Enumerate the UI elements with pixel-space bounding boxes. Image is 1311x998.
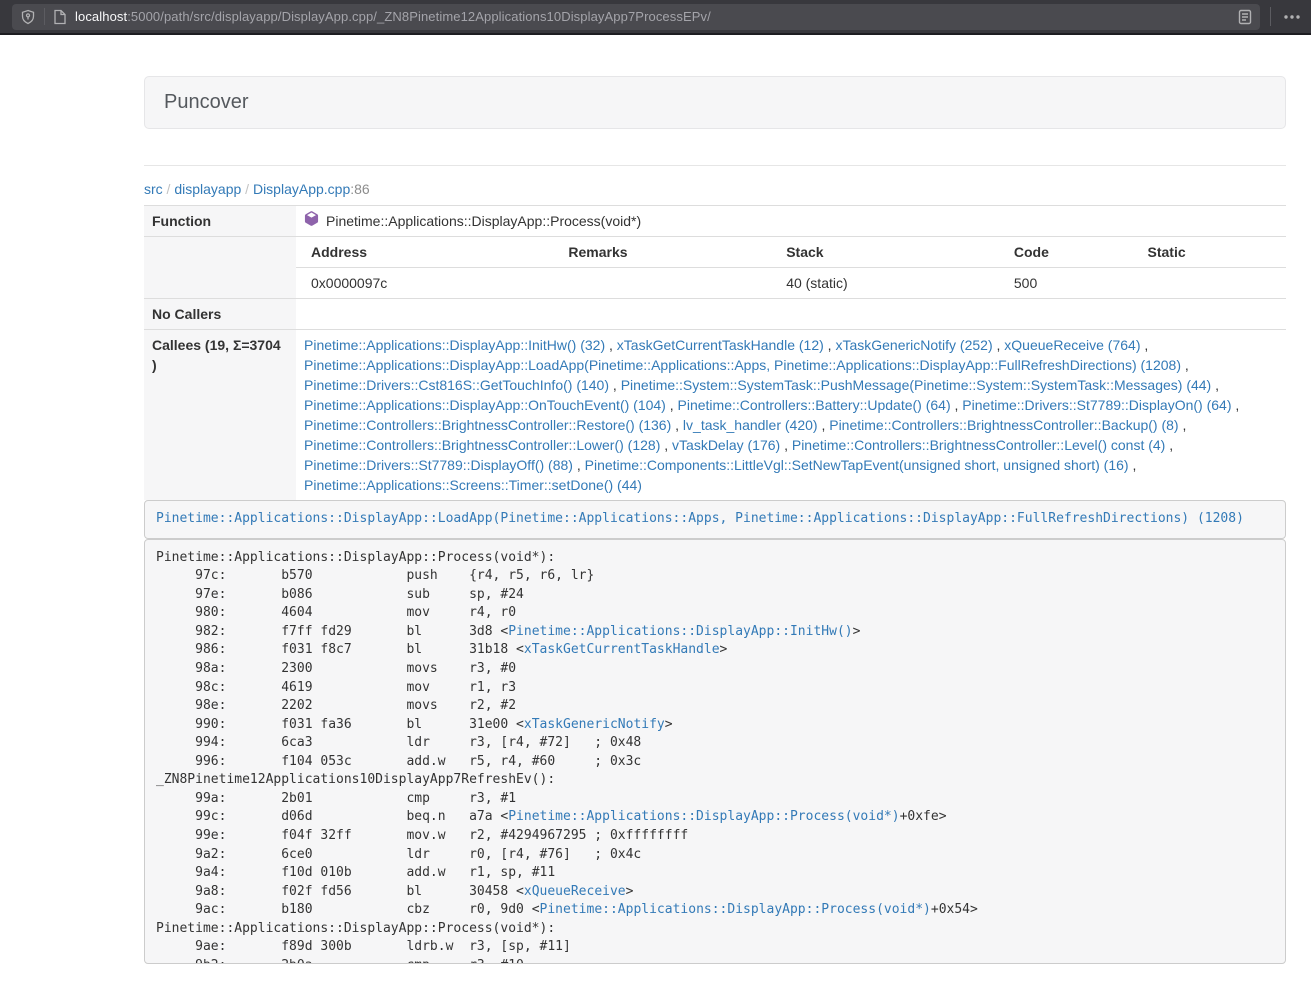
- callees-row: Callees (19, Σ=3704 ) Pinetime::Applicat…: [144, 330, 1286, 501]
- stack-value: 40 (static): [771, 268, 999, 299]
- col-header-address: Address: [296, 237, 553, 268]
- code-symbol-link[interactable]: Pinetime::Applications::DisplayApp::Proc…: [508, 809, 899, 824]
- callee-separator: ,: [1165, 437, 1173, 453]
- breadcrumb-line-number: :86: [350, 181, 369, 197]
- callee-link[interactable]: Pinetime::Drivers::Cst816S::GetTouchInfo…: [304, 377, 609, 393]
- callee-link[interactable]: lv_task_handler (420): [683, 417, 818, 433]
- callee-separator: ,: [824, 337, 836, 353]
- highlighted-callee-box: Pinetime::Applications::DisplayApp::Load…: [144, 500, 1286, 539]
- callee-separator: ,: [1140, 337, 1148, 353]
- metrics-value-row: 0x0000097c 40 (static) 500: [296, 268, 1286, 299]
- callee-separator: ,: [573, 457, 585, 473]
- function-table: Function Pinetime::Applications::Display…: [144, 205, 1286, 500]
- breadcrumb-link[interactable]: DisplayApp.cpp: [253, 181, 350, 197]
- remarks-value: [553, 268, 771, 299]
- menu-dots-icon[interactable]: [1277, 4, 1307, 30]
- col-header-remarks: Remarks: [553, 237, 771, 268]
- callee-separator: ,: [671, 417, 683, 433]
- callee-link[interactable]: Pinetime::Controllers::BrightnessControl…: [829, 417, 1178, 433]
- callee-separator: ,: [951, 397, 963, 413]
- callee-separator: ,: [660, 437, 672, 453]
- col-header-code: Code: [999, 237, 1133, 268]
- breadcrumb: src / displayapp / DisplayApp.cpp:86: [144, 181, 1286, 197]
- breadcrumb-link[interactable]: displayapp: [174, 181, 241, 197]
- callee-separator: ,: [666, 397, 678, 413]
- page-content: Puncover src / displayapp / DisplayApp.c…: [144, 76, 1286, 964]
- code-symbol-link[interactable]: xQueueReceive: [524, 884, 626, 899]
- callee-link[interactable]: Pinetime::Controllers::Battery::Update()…: [678, 397, 951, 413]
- callee-separator: ,: [1181, 357, 1189, 373]
- callee-separator: ,: [1129, 457, 1137, 473]
- function-name: Pinetime::Applications::DisplayApp::Proc…: [326, 211, 641, 231]
- page-icon[interactable]: [53, 9, 67, 25]
- callee-separator: ,: [605, 337, 617, 353]
- callee-separator: ,: [818, 417, 830, 433]
- metrics-row-spacer: [144, 237, 296, 299]
- callee-link[interactable]: xTaskGetCurrentTaskHandle (12): [617, 337, 824, 353]
- callee-separator: ,: [1232, 397, 1240, 413]
- callee-link[interactable]: Pinetime::Applications::DisplayApp::Load…: [304, 357, 1181, 373]
- divider: [1270, 7, 1271, 26]
- code-symbol-link[interactable]: Pinetime::Applications::DisplayApp::Proc…: [540, 902, 931, 917]
- url-host: localhost: [75, 9, 127, 24]
- callee-separator: ,: [1211, 377, 1219, 393]
- app-header-panel: Puncover: [144, 76, 1286, 129]
- reader-mode-icon[interactable]: [1238, 9, 1252, 25]
- callee-separator: ,: [609, 377, 621, 393]
- no-callers-row: No Callers: [144, 299, 1286, 330]
- callee-link[interactable]: Pinetime::Controllers::BrightnessControl…: [304, 417, 671, 433]
- breadcrumb-separator: /: [163, 181, 175, 197]
- metrics-header-row: Address Remarks Stack Code Static: [296, 237, 1286, 268]
- callee-separator: ,: [1179, 417, 1187, 433]
- page-title: Puncover: [164, 91, 1266, 114]
- callee-link[interactable]: xTaskGenericNotify (252): [835, 337, 992, 353]
- col-header-static: Static: [1133, 237, 1286, 268]
- divider: [144, 165, 1286, 166]
- callee-link[interactable]: Pinetime::Controllers::BrightnessControl…: [792, 437, 1165, 453]
- callee-link[interactable]: Pinetime::System::SystemTask::PushMessag…: [621, 377, 1212, 393]
- callee-link[interactable]: xQueueReceive (764): [1004, 337, 1140, 353]
- disassembly-code: Pinetime::Applications::DisplayApp::Proc…: [144, 539, 1286, 964]
- browser-toolbar: localhost:5000/path/src/displayapp/Displ…: [0, 0, 1311, 35]
- shield-icon[interactable]: [20, 9, 36, 25]
- callees-label: Callees (19, Σ=3704 ): [144, 330, 296, 501]
- callee-link[interactable]: vTaskDelay (176): [672, 437, 780, 453]
- no-callers-label: No Callers: [144, 299, 296, 330]
- symbol-cube-icon: [304, 211, 319, 231]
- callee-separator: ,: [993, 337, 1005, 353]
- metrics-row: Address Remarks Stack Code Static 0x0000…: [144, 237, 1286, 299]
- breadcrumb-separator: /: [241, 181, 253, 197]
- callee-link[interactable]: Pinetime::Applications::DisplayApp::OnTo…: [304, 397, 666, 413]
- url-text[interactable]: localhost:5000/path/src/displayapp/Displ…: [75, 9, 711, 24]
- code-symbol-link[interactable]: xTaskGenericNotify: [524, 717, 665, 732]
- callee-link[interactable]: Pinetime::Drivers::St7789::DisplayOff() …: [304, 457, 573, 473]
- callee-link[interactable]: Pinetime::Applications::Screens::Timer::…: [304, 477, 642, 493]
- callee-link[interactable]: Pinetime::Drivers::St7789::DisplayOn() (…: [962, 397, 1231, 413]
- function-row-label: Function: [144, 206, 296, 237]
- url-bar[interactable]: localhost:5000/path/src/displayapp/Displ…: [12, 4, 1260, 30]
- col-header-stack: Stack: [771, 237, 999, 268]
- function-row: Function Pinetime::Applications::Display…: [144, 206, 1286, 237]
- url-path: :5000/path/src/displayapp/DisplayApp.cpp…: [127, 9, 711, 24]
- address-value: 0x0000097c: [296, 268, 553, 299]
- callee-link[interactable]: Pinetime::Controllers::BrightnessControl…: [304, 437, 660, 453]
- callee-separator: ,: [780, 437, 792, 453]
- code-symbol-link[interactable]: Pinetime::Applications::DisplayApp::Init…: [508, 624, 852, 639]
- code-value: 500: [999, 268, 1133, 299]
- highlighted-callee-link[interactable]: Pinetime::Applications::DisplayApp::Load…: [156, 511, 1244, 526]
- breadcrumb-link[interactable]: src: [144, 181, 163, 197]
- callees-list: Pinetime::Applications::DisplayApp::Init…: [296, 330, 1286, 501]
- divider: [44, 8, 45, 25]
- metrics-table: Address Remarks Stack Code Static 0x0000…: [296, 237, 1286, 298]
- callee-link[interactable]: Pinetime::Applications::DisplayApp::Init…: [304, 337, 605, 353]
- callee-link[interactable]: Pinetime::Components::LittleVgl::SetNewT…: [585, 457, 1129, 473]
- code-symbol-link[interactable]: xTaskGetCurrentTaskHandle: [524, 642, 720, 657]
- static-value: [1133, 268, 1286, 299]
